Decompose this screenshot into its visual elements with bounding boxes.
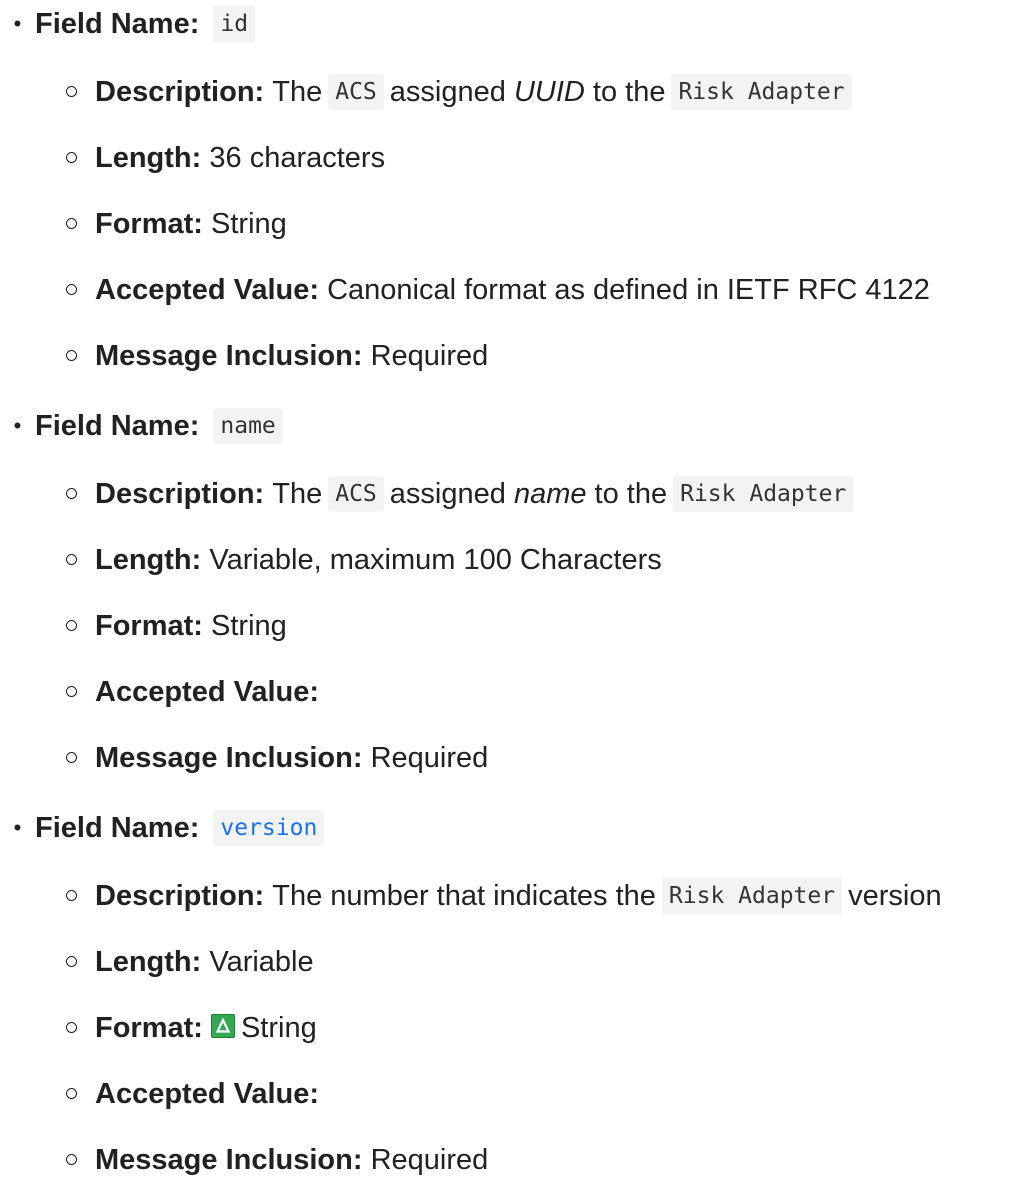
length-label: Length: (95, 142, 202, 174)
circle-bullet-icon (0, 1006, 95, 1050)
description-text: to the (594, 478, 668, 510)
description-item: Description: The ACS assigned name to th… (0, 472, 859, 516)
disc-bullet-icon: • (13, 11, 22, 36)
length-item: Length: Variable (0, 940, 314, 984)
description-emphasis: UUID (513, 76, 585, 108)
circle-bullet-icon (0, 1138, 95, 1182)
accepted-value-label: Accepted Value: (95, 274, 320, 306)
description-label: Description: (95, 880, 265, 912)
message-inclusion-item: Message Inclusion: Required (0, 1138, 488, 1182)
risk-adapter-code: Risk Adapter (671, 74, 852, 110)
accepted-value-label: Accepted Value: (95, 676, 320, 708)
description-text: version (848, 880, 942, 912)
circle-bullet-icon (0, 472, 95, 516)
format-item: Format: String (0, 202, 287, 246)
circle-bullet-icon (0, 670, 95, 714)
circle-bullet-icon (0, 874, 95, 918)
accepted-value-label: Accepted Value: (95, 1078, 320, 1110)
accepted-value-item: Accepted Value: Canonical format as defi… (0, 268, 930, 312)
description-label: Description: (95, 478, 265, 510)
description-text: The number that indicates the (272, 880, 656, 912)
length-value: 36 characters (209, 142, 386, 174)
circle-bullet-icon (0, 736, 95, 780)
accepted-value-item: Accepted Value: (0, 1072, 327, 1116)
length-value: Variable, maximum 100 Characters (209, 544, 662, 576)
version-link[interactable]: version (213, 810, 325, 846)
risk-adapter-code: Risk Adapter (673, 476, 854, 512)
description-label: Description: (95, 76, 265, 108)
field-name-code: id (213, 6, 256, 42)
length-label: Length: (95, 946, 202, 978)
description-text: The (272, 76, 323, 108)
length-label: Length: (95, 544, 202, 576)
circle-bullet-icon (0, 604, 95, 648)
format-item: Format: String (0, 1006, 317, 1050)
field-name-code: name (213, 408, 283, 444)
delta-icon (210, 1014, 235, 1038)
message-inclusion-value: Required (370, 340, 489, 372)
format-value: String (211, 208, 287, 240)
format-label: Format: (95, 610, 203, 642)
description-text: assigned (389, 76, 506, 108)
document: • Field Name: id Description: The ACS as… (0, 0, 1035, 1180)
message-inclusion-value: Required (370, 742, 489, 774)
circle-bullet-icon (0, 940, 95, 984)
format-label: Format: (95, 208, 203, 240)
disc-bullet-icon: • (13, 413, 22, 438)
message-inclusion-item: Message Inclusion: Required (0, 736, 488, 780)
message-inclusion-value: Required (370, 1144, 489, 1176)
acs-code: ACS (328, 476, 384, 512)
field-item-version: • Field Name: version (0, 806, 330, 850)
description-item: Description: The number that indicates t… (0, 874, 942, 918)
description-text: assigned (389, 478, 506, 510)
circle-bullet-icon (0, 268, 95, 312)
message-inclusion-item: Message Inclusion: Required (0, 334, 488, 378)
circle-bullet-icon (0, 202, 95, 246)
circle-bullet-icon (0, 70, 95, 114)
acs-code: ACS (328, 74, 384, 110)
risk-adapter-code: Risk Adapter (661, 878, 843, 914)
field-name-label: Field Name: (35, 812, 200, 844)
accepted-value-item: Accepted Value: (0, 670, 327, 714)
description-text: to the (592, 76, 666, 108)
format-value: String (211, 610, 287, 642)
circle-bullet-icon (0, 1072, 95, 1116)
description-text: The (272, 478, 323, 510)
field-name-label: Field Name: (35, 8, 200, 40)
message-inclusion-label: Message Inclusion: (95, 1144, 363, 1176)
format-value: String (240, 1012, 317, 1044)
circle-bullet-icon (0, 136, 95, 180)
message-inclusion-label: Message Inclusion: (95, 742, 363, 774)
circle-bullet-icon (0, 334, 95, 378)
description-emphasis: name (513, 478, 587, 510)
description-item: Description: The ACS assigned UUID to th… (0, 70, 858, 114)
length-item: Length: 36 characters (0, 136, 385, 180)
field-item-id: • Field Name: id (0, 2, 261, 46)
message-inclusion-label: Message Inclusion: (95, 340, 363, 372)
field-item-name: • Field Name: name (0, 404, 289, 448)
length-item: Length: Variable, maximum 100 Characters (0, 538, 662, 582)
format-item: Format: String (0, 604, 287, 648)
length-value: Variable (209, 946, 314, 978)
format-label: Format: (95, 1012, 203, 1044)
accepted-value: Canonical format as defined in IETF RFC … (327, 274, 930, 306)
circle-bullet-icon (0, 538, 95, 582)
disc-bullet-icon: • (13, 815, 22, 840)
field-name-label: Field Name: (35, 410, 200, 442)
